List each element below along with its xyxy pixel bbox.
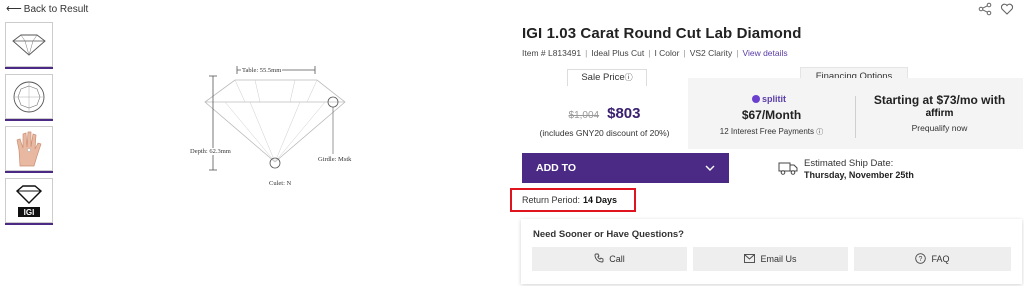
depth-measure-label: Depth: 62.3mm	[190, 148, 231, 155]
hand-size-thumb[interactable]	[5, 126, 53, 173]
share-icon[interactable]	[978, 2, 992, 16]
truck-icon	[778, 160, 798, 176]
igi-certificate-thumb[interactable]: IGI	[5, 178, 53, 225]
sale-price-panel: Sale Priceⓘ $1,004 $803 (includes GNY20 …	[522, 69, 687, 149]
splitit-monthly-amount: $67/Month	[741, 108, 802, 122]
question-circle-icon: ?	[915, 252, 927, 266]
help-panel: Need Sooner or Have Questions? Call Emai…	[521, 219, 1022, 284]
back-label: Back to Result	[23, 4, 89, 15]
view-details-link[interactable]: View details	[742, 48, 787, 58]
splitit-logo: splitit	[752, 94, 786, 104]
email-label: Email Us	[760, 254, 797, 264]
add-to-label: ADD TO	[536, 162, 577, 174]
return-period-label: Return Period:	[522, 195, 581, 205]
ship-date-value: Thursday, November 25th	[804, 170, 914, 180]
mail-icon	[744, 253, 756, 265]
cut-grade: Ideal Plus Cut	[591, 48, 645, 58]
splitit-note: 12 Interest Free Payments ⓘ	[688, 127, 855, 137]
discount-note: (includes GNY20 discount of 20%)	[539, 128, 670, 138]
splitit-note-text: 12 Interest Free Payments	[719, 127, 815, 136]
diamond-proportions-diagram: Table: 55.5mm Depth: 62.3mm Girdle: Mstk…	[185, 62, 365, 192]
info-icon[interactable]: ⓘ	[816, 129, 823, 136]
color-grade: I Color	[654, 48, 680, 58]
ship-date-label: Estimated Ship Date:	[804, 158, 894, 169]
product-title: IGI 1.03 Carat Round Cut Lab Diamond	[522, 25, 802, 42]
svg-text:IGI: IGI	[24, 208, 35, 217]
arrow-left-icon: ⟵	[6, 3, 22, 15]
diamond-profile-thumb[interactable]	[5, 22, 53, 69]
prequalify-link[interactable]: Prequalify now	[856, 123, 1023, 133]
thumbnail-list: IGI	[5, 22, 53, 230]
return-period-value: 14 Days	[583, 195, 618, 205]
svg-text:?: ?	[919, 256, 923, 263]
chevron-down-icon	[705, 163, 715, 174]
sale-price: $803	[607, 105, 641, 122]
diamond-top-view-thumb[interactable]	[5, 74, 53, 121]
splitit-icon	[752, 95, 760, 103]
heart-icon[interactable]	[1000, 2, 1014, 16]
affirm-monthly-line: Starting at $73/mo with	[873, 93, 1006, 107]
original-price: $1,004	[568, 110, 600, 121]
item-number: Item # L813491	[522, 48, 582, 58]
splitit-logo-text: splitit	[762, 94, 786, 104]
call-button[interactable]: Call	[532, 247, 687, 271]
faq-label: FAQ	[931, 254, 950, 264]
phone-icon	[594, 253, 604, 265]
clarity-grade: VS2 Clarity	[689, 48, 733, 58]
info-icon: ⓘ	[624, 73, 633, 82]
faq-button[interactable]: ? FAQ	[854, 247, 1011, 271]
help-title: Need Sooner or Have Questions?	[533, 229, 684, 240]
sale-price-label: Sale Price	[581, 72, 625, 83]
email-us-button[interactable]: Email Us	[693, 247, 848, 271]
back-to-result-link[interactable]: ⟵ Back to Result	[6, 3, 89, 16]
sale-price-tab[interactable]: Sale Priceⓘ	[567, 69, 647, 86]
return-period: Return Period: 14 Days	[510, 188, 636, 212]
product-meta: Item # L813491 | Ideal Plus Cut | I Colo…	[522, 48, 788, 58]
girdle-measure-label: Girdle: Mstk	[318, 156, 352, 163]
table-measure-label: Table: 55.5mm	[241, 67, 283, 74]
affirm-logo: affirm	[925, 108, 954, 119]
culet-measure-label: Culet: N	[269, 180, 292, 187]
add-to-button[interactable]: ADD TO	[522, 153, 729, 183]
call-label: Call	[609, 254, 625, 264]
estimated-ship-date: Estimated Ship Date: Thursday, November …	[778, 158, 914, 180]
